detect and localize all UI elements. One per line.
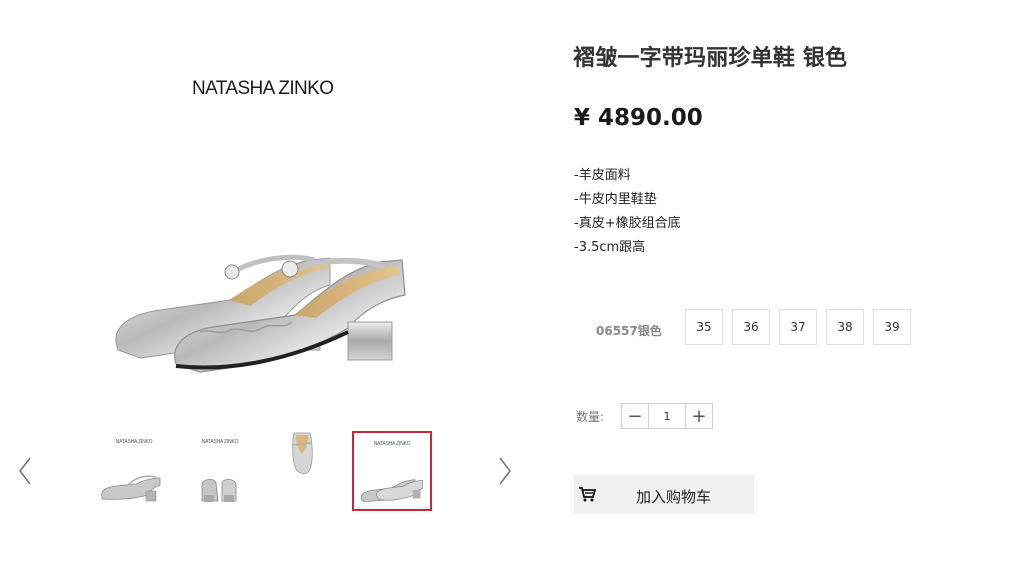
quantity-label: 数量: [576,410,605,424]
size-option-38[interactable]: 38 [826,309,864,345]
product-price: ¥ 4890.00 [574,105,703,131]
chevron-right-icon[interactable] [492,454,516,488]
decrement-button[interactable]: − [622,404,648,428]
quantity-stepper: − + [621,403,713,429]
feature-list: -羊皮面料 -牛皮内里鞋垫 -真皮+橡胶组合底 -3.5cm跟高 [574,164,681,260]
thumbnail-brand: NATASHA ZINKO [201,439,239,445]
shoe-top-image [291,432,313,474]
thumbnail-4[interactable]: NATASHA ZINKO [352,431,432,511]
thumbnail-1[interactable]: NATASHA ZINKO [94,431,174,511]
size-option-36[interactable]: 36 [732,309,770,345]
sku-color-label: 06557银色 [596,324,662,338]
feature-item: -羊皮面料 [574,168,631,183]
thumbnail-carousel: NATASHA ZINKO NATASHA ZINKO NATASHA ZINK… [12,430,522,512]
thumbnail-2[interactable]: NATASHA ZINKO [180,431,260,511]
shoe-image [115,254,406,373]
cart-icon [579,487,596,502]
product-title: 褶皱一字带玛丽珍单鞋 银色 [573,46,848,71]
size-option-37[interactable]: 37 [779,309,817,345]
feature-item: -牛皮内里鞋垫 [574,192,657,207]
thumbnail-3[interactable] [266,431,346,511]
thumbnail-brand: NATASHA ZINKO [373,441,411,447]
product-main-image: NATASHA ZINKO [80,60,440,400]
feature-item: -3.5cm跟高 [574,240,646,255]
size-option-39[interactable]: 39 [873,309,911,345]
increment-button[interactable]: + [686,404,712,428]
quantity-input[interactable] [648,404,686,428]
size-option-35[interactable]: 35 [685,309,723,345]
size-options: 35 36 37 38 39 [685,309,920,345]
add-to-cart-label: 加入购物车 [636,488,712,506]
add-to-cart-button[interactable]: 加入购物车 [574,475,754,514]
feature-item: -真皮+橡胶组合底 [574,216,681,231]
thumbnail-brand: NATASHA ZINKO [115,439,153,445]
chevron-left-icon[interactable] [14,454,38,488]
